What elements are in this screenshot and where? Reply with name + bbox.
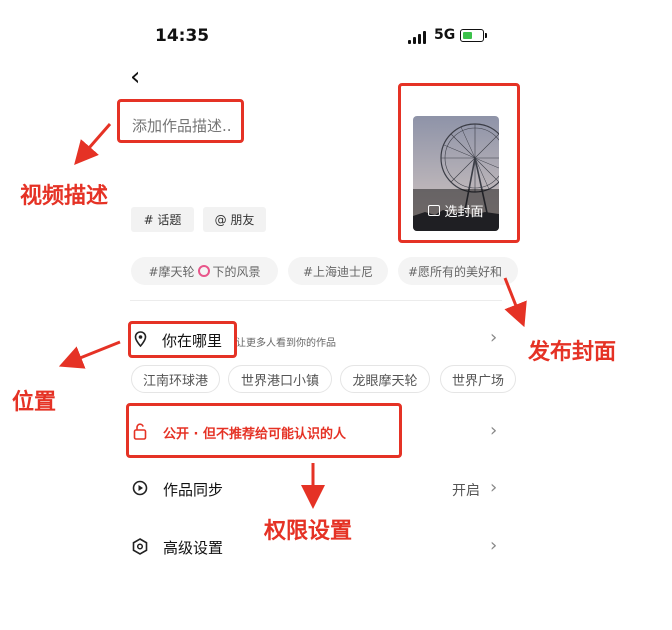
cover-arrow <box>503 277 527 328</box>
annotation-cover: 发布封面 <box>528 340 617 365</box>
annotation-location: 位置 <box>12 390 57 415</box>
desc-arrow <box>74 123 112 166</box>
annotation-privacy: 权限设置 <box>264 519 353 544</box>
annotation-desc: 视频描述 <box>20 184 109 209</box>
location-arrow <box>58 340 121 369</box>
